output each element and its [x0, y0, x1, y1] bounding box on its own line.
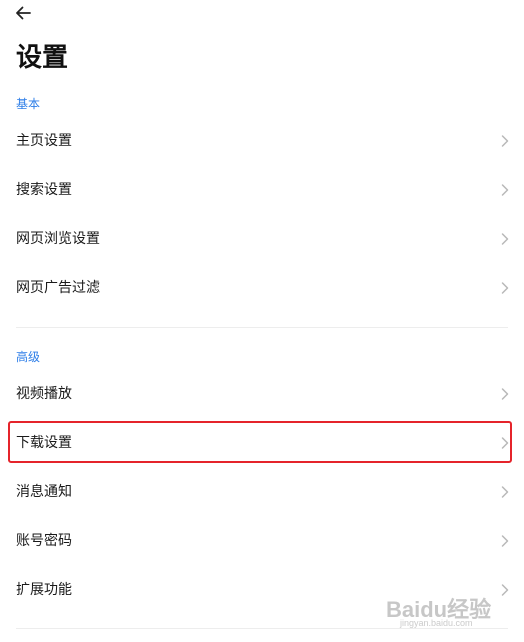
- arrow-left-icon: [16, 6, 31, 20]
- watermark: Baidu经验 jingyan.baidu.com: [386, 588, 506, 628]
- settings-row-video[interactable]: 视频播放: [0, 370, 524, 418]
- chevron-right-icon: [501, 233, 509, 245]
- section-header-basic: 基本: [16, 97, 41, 111]
- settings-row-search[interactable]: 搜索设置: [0, 166, 524, 214]
- section-divider: [16, 628, 508, 629]
- chevron-right-icon: [501, 135, 509, 147]
- row-label: 视频播放: [16, 386, 72, 402]
- row-label: 消息通知: [16, 484, 72, 500]
- row-label: 账号密码: [16, 533, 72, 549]
- row-label: 搜索设置: [16, 182, 72, 198]
- chevron-right-icon: [501, 388, 509, 400]
- chevron-right-icon: [501, 184, 509, 196]
- chevron-right-icon: [501, 437, 509, 449]
- row-label: 网页浏览设置: [16, 231, 100, 247]
- chevron-right-icon: [501, 282, 509, 294]
- chevron-right-icon: [501, 486, 509, 498]
- row-label: 网页广告过滤: [16, 280, 100, 296]
- page-title: 设置: [16, 43, 69, 73]
- settings-row-notifications[interactable]: 消息通知: [0, 468, 524, 516]
- back-button[interactable]: [12, 2, 34, 24]
- top-bar: [0, 0, 524, 28]
- section-header-advanced: 高级: [16, 350, 41, 364]
- settings-row-homepage[interactable]: 主页设置: [0, 117, 524, 165]
- settings-row-ad-filter[interactable]: 网页广告过滤: [0, 264, 524, 312]
- section-divider: [16, 327, 508, 328]
- row-label: 扩展功能: [16, 582, 72, 598]
- chevron-right-icon: [501, 535, 509, 547]
- settings-row-account[interactable]: 账号密码: [0, 517, 524, 565]
- row-label: 主页设置: [16, 133, 72, 149]
- settings-row-download[interactable]: 下载设置: [0, 419, 524, 467]
- settings-row-browsing[interactable]: 网页浏览设置: [0, 215, 524, 263]
- watermark-url: jingyan.baidu.com: [400, 618, 473, 628]
- row-label: 下载设置: [16, 435, 72, 451]
